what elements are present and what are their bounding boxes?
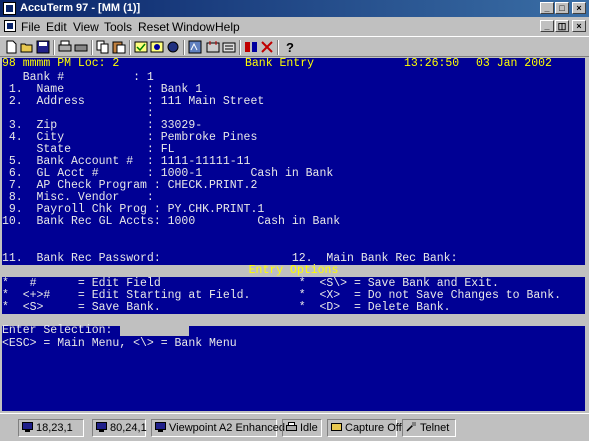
capture-icon — [331, 423, 342, 431]
monitor-icon — [22, 422, 33, 432]
capture-panel[interactable]: Capture Off — [327, 419, 402, 437]
transfer-icon[interactable] — [222, 40, 236, 54]
window-titlebar[interactable]: AccuTerm 97 - [MM (1)] _ □ × — [0, 0, 589, 17]
menu-view[interactable]: View — [73, 20, 99, 34]
stop-icon[interactable] — [260, 40, 274, 54]
disconnect-icon[interactable] — [206, 40, 220, 54]
cursor-position-panel: 18,23,1 — [18, 419, 84, 437]
menu-file[interactable]: File — [21, 20, 40, 34]
capture-icon[interactable] — [134, 40, 148, 54]
help-line: <ESC> = Main Menu, <\> = Bank Menu — [2, 337, 237, 350]
field-bank-rec-password: 11. Bank Rec Password: 12. Main Bank Rec… — [2, 252, 458, 265]
minimize-button[interactable]: _ — [540, 2, 554, 14]
copy-icon[interactable] — [96, 40, 110, 54]
close-button[interactable]: × — [572, 2, 586, 14]
menu-edit[interactable]: Edit — [46, 20, 67, 34]
child-restore-button[interactable]: ◫ — [555, 20, 569, 32]
document-icon[interactable] — [4, 20, 16, 32]
print-icon[interactable] — [58, 40, 72, 54]
terminal-screen[interactable]: 98 mmmm PM Loc: 2 Bank Entry 13:26:50 03… — [2, 58, 585, 411]
printer-setup-icon[interactable] — [74, 40, 88, 54]
status-time: 13:26:50 — [404, 58, 460, 70]
monitor-icon — [96, 422, 107, 432]
terminal-icon — [155, 422, 166, 432]
selection-prompt: Enter Selection: — [2, 324, 113, 337]
screen-size: 80,24,1 — [110, 422, 147, 434]
paste-icon[interactable] — [112, 40, 126, 54]
cursor-position: 18,23,1 — [36, 422, 73, 434]
vertical-edge — [585, 58, 589, 411]
status-bar: 18,23,1 80,24,1 Viewpoint A2 Enhanced Id… — [0, 413, 589, 441]
connection-state: Idle — [300, 422, 318, 434]
status-date: 03 Jan 2002 — [476, 58, 552, 70]
field-bank-rec-gl: 10. Bank Rec GL Accts: 1000 Cash in Bank — [2, 215, 341, 228]
save-icon[interactable] — [36, 40, 50, 54]
screen-size-panel: 80,24,1 — [92, 419, 147, 437]
status-screen-title: Bank Entry — [245, 58, 315, 70]
child-close-button[interactable]: × — [572, 20, 586, 32]
maximize-button[interactable]: □ — [555, 2, 569, 14]
settings-icon[interactable] — [150, 40, 164, 54]
protocol: Telnet — [420, 422, 450, 434]
keyboard-icon[interactable] — [244, 40, 258, 54]
status-left: 98 mmmm PM Loc: 2 — [2, 58, 120, 70]
state-panel: Idle — [282, 419, 322, 437]
entry-options-title: Entry Options — [248, 264, 339, 277]
window-title: AccuTerm 97 - [MM (1)] — [20, 2, 141, 14]
network-icon — [406, 422, 416, 432]
toolbar: ? — [0, 36, 589, 57]
help-icon[interactable]: ? — [283, 40, 297, 54]
app-icon[interactable] — [3, 2, 16, 15]
protocol-panel: Telnet — [402, 419, 456, 437]
terminal-status-line: 98 mmmm PM Loc: 2 Bank Entry 13:26:50 03… — [2, 58, 585, 70]
emulation-type: Viewpoint A2 Enhanced — [169, 422, 285, 434]
menu-reset[interactable]: Reset — [138, 20, 169, 34]
open-icon[interactable] — [20, 40, 34, 54]
menu-tools[interactable]: Tools — [104, 20, 132, 34]
new-icon[interactable] — [4, 40, 18, 54]
selection-input[interactable] — [120, 324, 189, 336]
menu-bar: File Edit View Tools Reset Window Help — [0, 17, 589, 36]
option-line: * <S> = Save Bank. * <D> = Delete Bank. — [2, 301, 451, 314]
menu-window[interactable]: Window — [172, 20, 215, 34]
entry-options-header: Entry Options — [2, 265, 585, 277]
svg-text:?: ? — [286, 40, 294, 54]
child-minimize-button[interactable]: _ — [540, 20, 554, 32]
menu-help[interactable]: Help — [215, 20, 240, 34]
emulation-panel[interactable]: Viewpoint A2 Enhanced — [151, 419, 285, 437]
macro-icon[interactable] — [166, 40, 180, 54]
capture-status: Capture Off — [345, 422, 402, 434]
connect-icon[interactable] — [188, 40, 202, 54]
printer-icon — [286, 422, 297, 431]
